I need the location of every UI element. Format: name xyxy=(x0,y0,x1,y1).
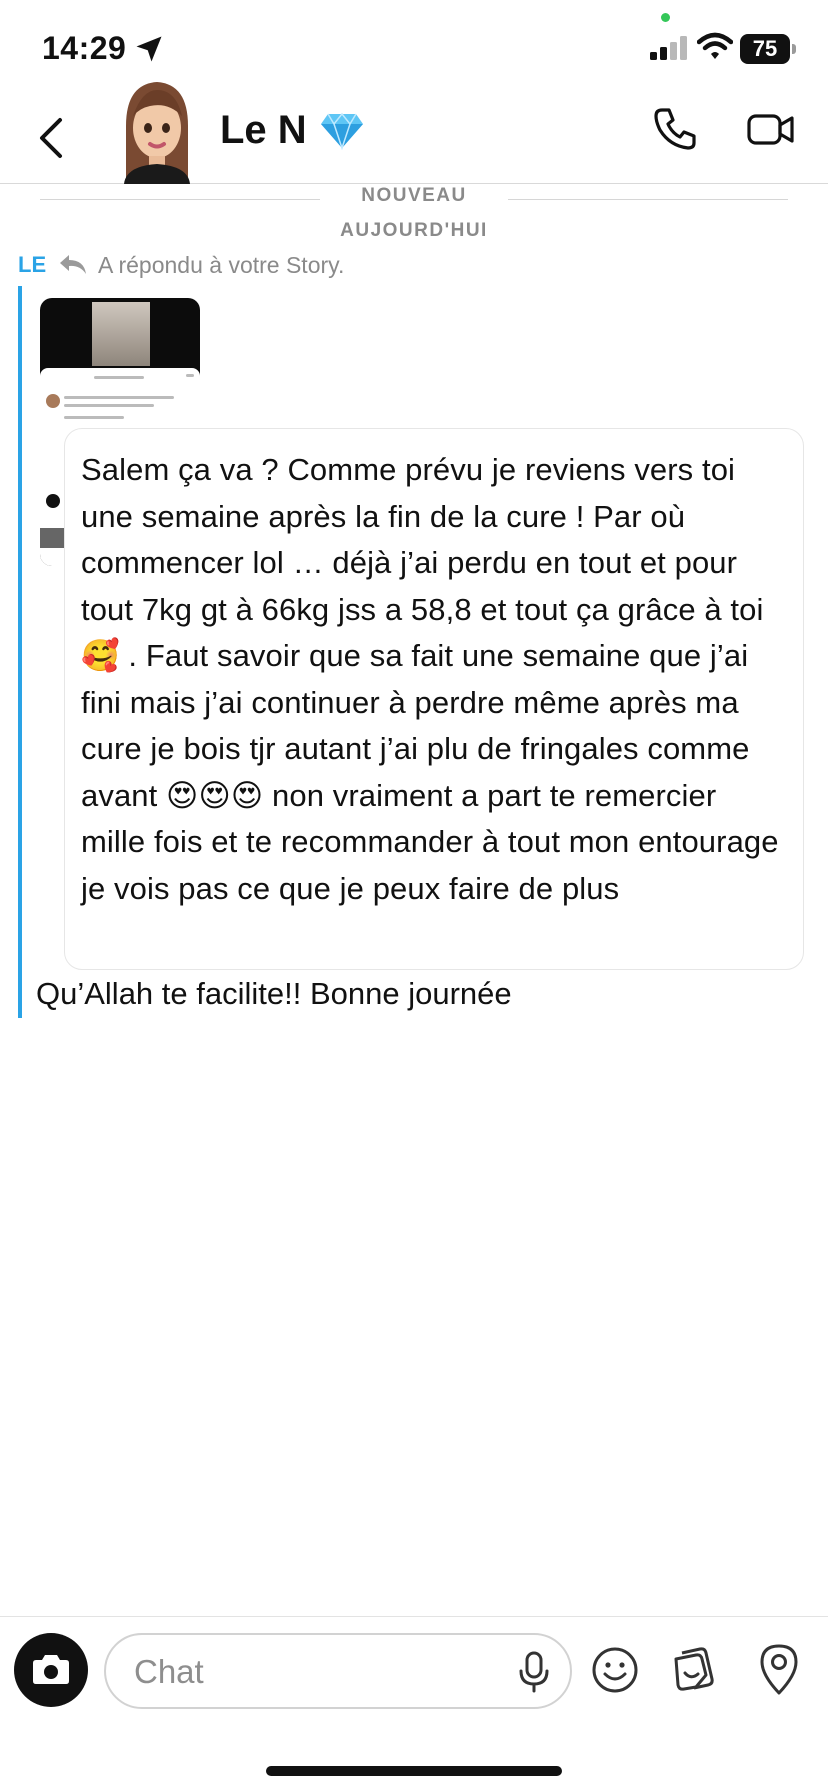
thumb-line xyxy=(186,374,194,377)
microphone-icon[interactable] xyxy=(516,1651,552,1693)
wifi-icon xyxy=(697,32,733,59)
new-divider: NOUVEAU xyxy=(40,185,788,215)
thumb-line xyxy=(64,416,124,419)
status-time: 14:29 xyxy=(42,30,127,66)
story-reply-bubble[interactable]: Salem ça va ? Comme prévu je reviens ver… xyxy=(64,428,804,970)
location-pin-icon[interactable] xyxy=(756,1641,802,1697)
chat-placeholder: Chat xyxy=(134,1653,204,1690)
contact-name[interactable]: Le N xyxy=(220,108,307,153)
camera-icon xyxy=(33,1655,69,1684)
divider-line xyxy=(508,199,788,200)
avatar[interactable] xyxy=(112,76,202,184)
emoji-icon[interactable] xyxy=(590,1645,640,1695)
story-reply-label: A répondu à votre Story. xyxy=(98,252,345,278)
video-camera-icon[interactable] xyxy=(746,106,796,152)
chat-input[interactable]: Chat xyxy=(104,1633,572,1709)
camera-button[interactable] xyxy=(14,1633,88,1707)
reply-arrow-icon xyxy=(60,255,86,274)
battery-icon: 75 xyxy=(740,34,796,64)
chat-message: Qu’Allah te facilite!! Bonne journée xyxy=(36,976,512,1011)
home-indicator[interactable] xyxy=(266,1766,562,1776)
thumb-line xyxy=(94,376,144,379)
story-photo xyxy=(92,302,150,366)
message-group-bar xyxy=(18,286,22,1018)
story-reply-message: Salem ça va ? Comme prévu je reviens ver… xyxy=(81,452,779,906)
back-button[interactable] xyxy=(30,108,74,168)
thumb-bar xyxy=(40,528,64,548)
privacy-indicator-dot xyxy=(661,13,670,22)
thumb-avatar xyxy=(46,394,60,408)
sticker-icon[interactable] xyxy=(672,1643,722,1695)
sender-label: LE xyxy=(18,252,47,277)
date-label: AUJOURD'HUI xyxy=(340,220,488,241)
battery-cap xyxy=(792,44,796,54)
phone-icon[interactable] xyxy=(652,106,698,152)
new-label: NOUVEAU xyxy=(361,185,467,206)
thumb-dot xyxy=(46,494,60,508)
battery-level: 75 xyxy=(740,34,790,64)
thumb-line xyxy=(64,396,174,399)
thumb-line xyxy=(64,404,154,407)
chat-header: Le N xyxy=(0,82,828,184)
location-arrow-icon xyxy=(136,36,162,62)
signal-icon xyxy=(650,36,687,60)
diamond-icon xyxy=(321,112,363,150)
date-divider: AUJOURD'HUI xyxy=(40,220,788,250)
